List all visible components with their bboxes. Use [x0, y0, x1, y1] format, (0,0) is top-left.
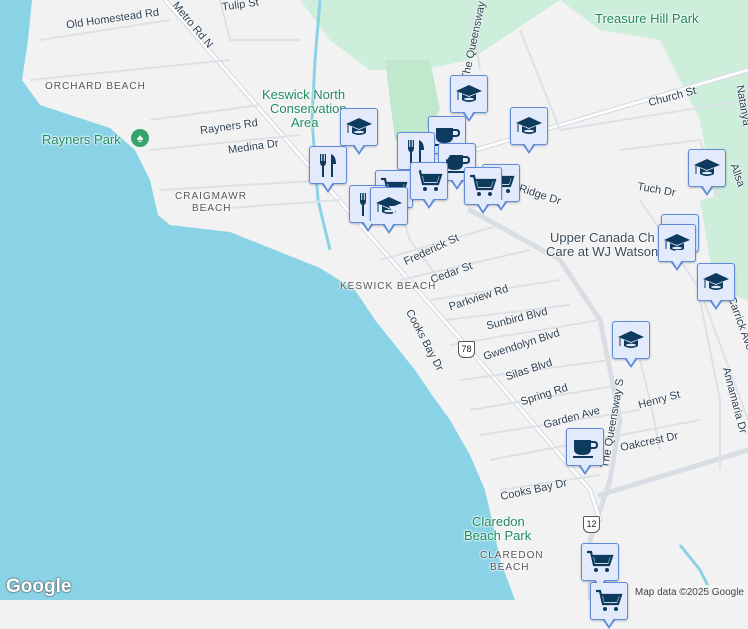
- grocery-marker[interactable]: [581, 543, 619, 590]
- shopping-cart-icon: [469, 172, 497, 200]
- park-label[interactable]: Beach Park: [464, 529, 531, 542]
- poi-label[interactable]: Care at WJ Watson P: [546, 244, 671, 259]
- map-attribution[interactable]: Map data ©2025 Google: [630, 585, 748, 600]
- graduation-cap-icon: [693, 154, 721, 182]
- route-shield-78: 78: [458, 341, 475, 358]
- park-label[interactable]: Claredon: [472, 515, 525, 528]
- area-label: BEACH: [490, 562, 530, 573]
- area-label: KESWICK BEACH: [340, 281, 437, 292]
- shopping-cart-icon: [586, 548, 614, 576]
- fork-knife-icon: [314, 151, 342, 179]
- grocery-marker[interactable]: [590, 582, 628, 629]
- shopping-cart-icon: [595, 587, 623, 615]
- route-shield-12: 12: [583, 516, 600, 533]
- school-marker[interactable]: [340, 108, 378, 155]
- graduation-cap-icon: [455, 80, 483, 108]
- park-label[interactable]: Rayners Park: [42, 133, 121, 146]
- area-label: CRAIGMAWR: [175, 191, 247, 202]
- graduation-cap-icon: [702, 268, 730, 296]
- park-label[interactable]: Keswick North: [262, 88, 345, 101]
- school-marker[interactable]: [612, 321, 650, 368]
- graduation-cap-icon: [345, 113, 373, 141]
- area-label: BEACH: [192, 203, 232, 214]
- school-marker[interactable]: [688, 149, 726, 196]
- park-icon: ♠: [131, 129, 149, 147]
- restaurant-marker[interactable]: [309, 146, 347, 193]
- area-label: ORCHARD BEACH: [45, 81, 146, 92]
- area-label: CLAREDON: [480, 550, 544, 561]
- google-logo: Google: [6, 576, 72, 597]
- park-label[interactable]: Area: [291, 116, 318, 129]
- coffee-cup-icon: [571, 433, 599, 461]
- school-marker[interactable]: [510, 107, 548, 154]
- park-label[interactable]: Treasure Hill Park: [595, 12, 699, 25]
- cafe-marker[interactable]: [566, 428, 604, 475]
- school-marker[interactable]: [697, 263, 735, 310]
- graduation-cap-icon: [617, 326, 645, 354]
- park-label[interactable]: Conservation: [270, 102, 347, 115]
- fork-knife-icon: [402, 137, 430, 165]
- school-marker[interactable]: [450, 75, 488, 122]
- graduation-cap-icon: [515, 112, 543, 140]
